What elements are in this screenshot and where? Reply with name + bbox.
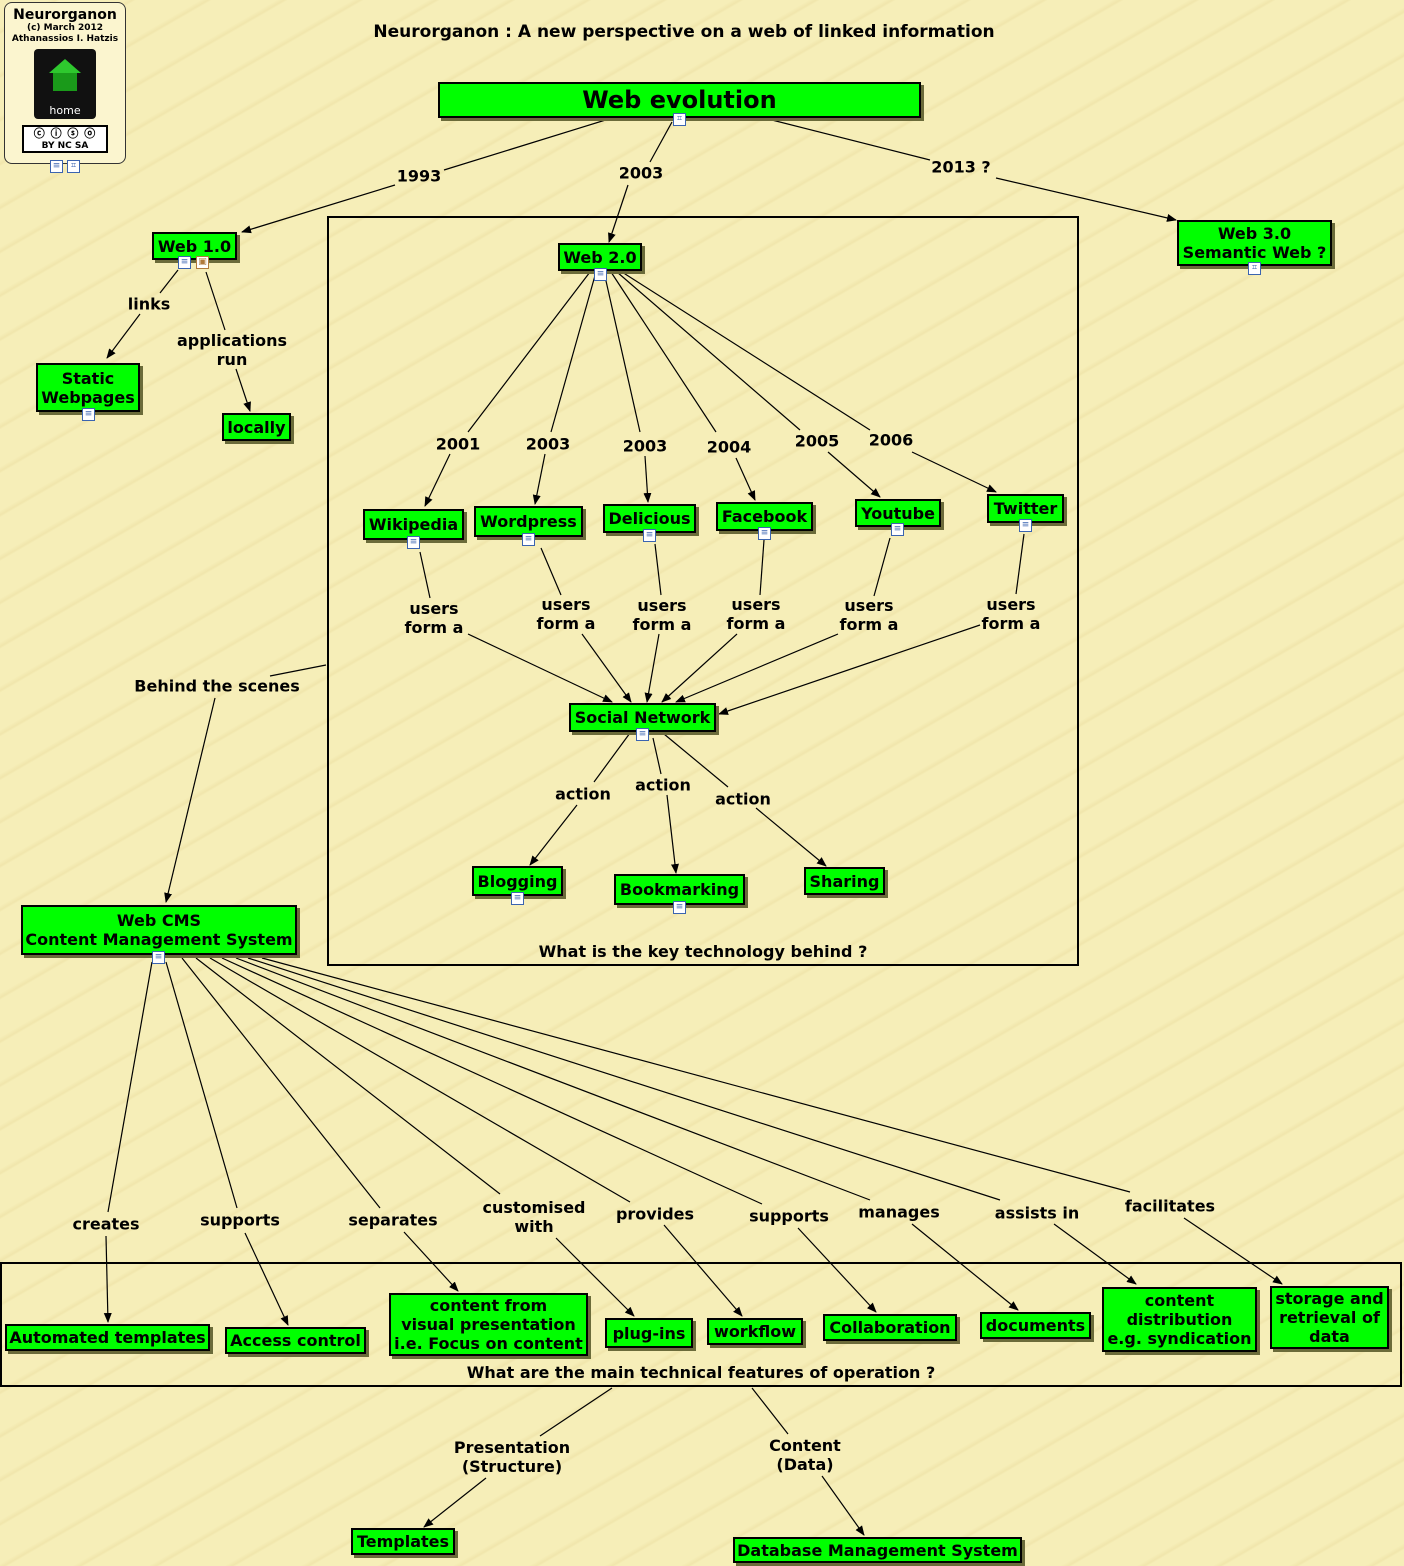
logo-author: Athanassios I. Hatzis [11,34,119,44]
doc-icon[interactable] [594,268,607,281]
node-static-webpages[interactable]: Static Webpages [36,363,140,412]
node-plug-ins[interactable]: plug-ins [605,1318,693,1348]
doc-icon[interactable] [407,536,420,549]
link-label-year: 2006 [868,430,914,450]
link-label-applications-run: applications run [177,331,287,369]
web20-frame [327,216,1079,966]
node-dbms[interactable]: Database Management System [733,1537,1022,1563]
link-label-year: 2003 [622,436,668,456]
node-storage-retrieval[interactable]: storage and retrieval of data [1270,1286,1389,1349]
concept-map-icon[interactable] [67,160,80,173]
logo-copyright: (c) March 2012 [26,23,104,33]
image-icon[interactable] [196,256,209,269]
link-label-2013: 2013 ? [931,157,991,177]
home-label: home [49,104,81,117]
link-label-users-form: users form a [839,596,899,634]
link-label-users-form: users form a [981,595,1041,633]
link-label-users-form: users form a [726,595,786,633]
link-label-year: 2005 [794,431,840,451]
doc-icon[interactable] [758,527,771,540]
link-label-assists-in: assists in [994,1203,1080,1223]
page-title: Neurorganon : A new perspective on a web… [373,22,995,42]
link-label-2003: 2003 [618,163,664,183]
node-automated-templates[interactable]: Automated templates [5,1324,210,1351]
cc-license-badge[interactable]: ⓒ ⓘ ⓢ ⓞ BY NC SA [22,125,108,153]
link-label-links: links [127,294,171,314]
link-label-1993: 1993 [396,166,442,186]
home-button[interactable]: home [34,49,96,119]
link-label-year: 2003 [525,434,571,454]
link-label-action: action [715,789,771,809]
house-icon [49,59,81,73]
link-label-manages: manages [858,1202,940,1222]
license-text: BY NC SA [41,141,89,151]
doc-icon[interactable] [511,892,524,905]
link-label-users-form: users form a [404,599,464,637]
web20-caption: What is the key technology behind ? [538,942,868,961]
node-web10[interactable]: Web 1.0 [152,232,237,260]
doc-icon[interactable] [1019,519,1032,532]
node-web30[interactable]: Web 3.0 Semantic Web ? [1177,220,1332,266]
link-label-year: 2001 [435,434,481,454]
doc-icon[interactable] [522,533,535,546]
link-label-facilitates: facilitates [1124,1196,1216,1216]
link-label-provides: provides [615,1204,695,1224]
node-web20[interactable]: Web 2.0 [558,243,642,271]
link-label-action: action [635,775,691,795]
link-label-creates: creates [72,1214,140,1234]
doc-icon[interactable] [673,901,686,914]
link-label-users-form: users form a [632,596,692,634]
node-content-distribution[interactable]: content distribution e.g. syndication [1102,1287,1257,1352]
doc-icon[interactable] [636,728,649,741]
link-label-supports: supports [200,1210,280,1230]
doc-icon[interactable] [82,408,95,421]
node-collaboration[interactable]: Collaboration [823,1314,957,1341]
features-caption: What are the main technical features of … [466,1363,936,1382]
link-label-behind-the-scenes: Behind the scenes [134,676,300,696]
node-access-control[interactable]: Access control [225,1327,366,1354]
doc-icon[interactable] [50,160,63,173]
link-label-year: 2004 [706,437,752,457]
link-label-presentation: Presentation (Structure) [453,1438,571,1476]
doc-icon[interactable] [178,256,191,269]
node-templates[interactable]: Templates [351,1528,455,1555]
concept-map-icon[interactable] [1248,262,1261,275]
link-label-action: action [555,784,611,804]
concept-map-icon[interactable] [673,113,686,126]
link-label-supports: supports [749,1206,829,1226]
link-label-users-form: users form a [536,595,596,633]
doc-icon[interactable] [643,529,656,542]
node-web-cms[interactable]: Web CMS Content Management System [21,905,297,955]
node-documents[interactable]: documents [980,1312,1091,1339]
node-sharing[interactable]: Sharing [804,867,885,895]
logo-name: Neurorganon [13,7,117,23]
link-label-separates: separates [348,1210,438,1230]
logo-panel: Neurorganon (c) March 2012 Athanassios I… [4,2,126,164]
link-label-customised-with: customised with [482,1198,586,1236]
node-content-from-visual[interactable]: content from visual presentation i.e. Fo… [389,1293,588,1356]
node-locally[interactable]: locally [222,413,291,441]
doc-icon[interactable] [152,951,165,964]
doc-icon[interactable] [891,523,904,536]
node-workflow[interactable]: workflow [707,1318,803,1345]
link-label-content-data: Content (Data) [769,1436,841,1474]
